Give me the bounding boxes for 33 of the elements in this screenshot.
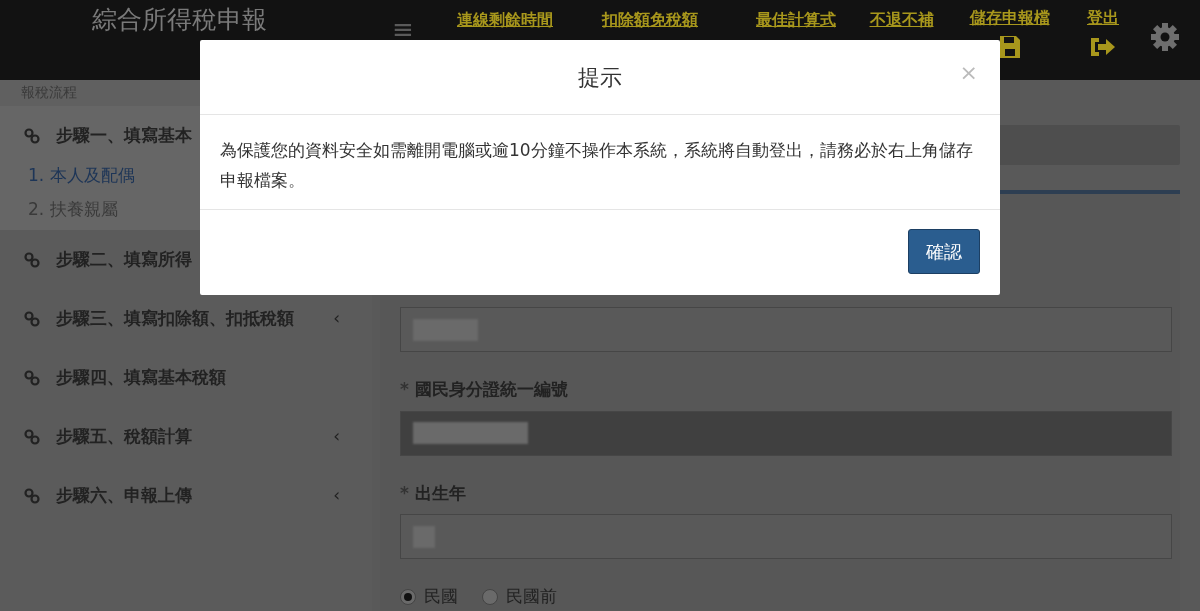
close-button[interactable]: × bbox=[959, 62, 978, 84]
confirm-button[interactable]: 確認 bbox=[908, 229, 980, 274]
link-icon bbox=[24, 369, 40, 386]
link-icon bbox=[24, 127, 40, 144]
link-icon bbox=[24, 251, 40, 268]
nav-link[interactable]: 扣除額免稅額 bbox=[602, 8, 698, 32]
modal-title: 提示 bbox=[578, 63, 622, 92]
logout-icon[interactable] bbox=[1090, 35, 1116, 58]
input-field[interactable] bbox=[400, 514, 1172, 559]
nav-link[interactable]: 儲存申報檔 bbox=[969, 6, 1050, 30]
nav-link[interactable]: 最佳計算式 bbox=[756, 8, 836, 32]
radio-button[interactable] bbox=[400, 588, 416, 605]
caret-icon: ‹ bbox=[333, 423, 340, 450]
input-field[interactable] bbox=[400, 307, 1172, 352]
sidebar-step[interactable]: 步驟六、申報上傳 bbox=[56, 482, 334, 509]
app-title: 綜合所得稅申報 bbox=[92, 4, 267, 36]
sidebar-step[interactable]: 步驟四、填寫基本稅額 bbox=[56, 364, 348, 391]
modal-message: 為保護您的資料安全如需離開電腦或逾10分鐘不操作本系統，系統將自動登出，請務必於右上角儲存申報檔案。 bbox=[200, 115, 1000, 210]
menu-button[interactable]: ≡ bbox=[392, 16, 414, 42]
link-icon bbox=[24, 428, 40, 445]
caret-icon: ‹ bbox=[333, 305, 340, 332]
link-icon bbox=[24, 487, 40, 504]
link-icon bbox=[24, 310, 40, 327]
radio-button[interactable] bbox=[482, 588, 498, 605]
required-mark: * bbox=[400, 378, 409, 401]
caret-icon: ‹ bbox=[333, 482, 340, 509]
sidebar-step[interactable]: 步驟五、稅額計算 bbox=[56, 423, 334, 450]
settings-icon[interactable] bbox=[1150, 22, 1180, 52]
nav-link[interactable]: 不退不補 bbox=[869, 8, 934, 32]
required-mark: * bbox=[400, 481, 409, 505]
nav-link[interactable]: 連線剩餘時間 bbox=[457, 8, 553, 32]
sidebar-step[interactable]: 步驟三、填寫扣除額、扣抵稅額 bbox=[56, 305, 334, 332]
nav-link[interactable]: 登出 bbox=[1087, 6, 1119, 30]
